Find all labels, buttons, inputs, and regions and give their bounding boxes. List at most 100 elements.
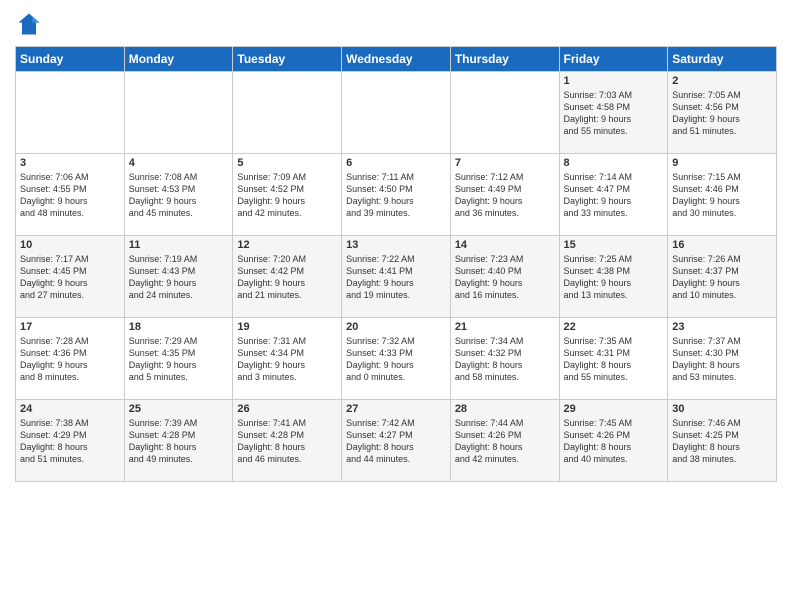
day-number: 12 [237, 239, 337, 251]
day-number: 27 [346, 403, 446, 415]
day-info: Sunrise: 7:31 AM Sunset: 4:34 PM Dayligh… [237, 335, 337, 384]
day-number: 15 [564, 239, 664, 251]
day-number: 25 [129, 403, 229, 415]
day-number: 11 [129, 239, 229, 251]
day-info: Sunrise: 7:08 AM Sunset: 4:53 PM Dayligh… [129, 171, 229, 220]
calendar-cell [342, 72, 451, 154]
calendar-cell: 18 Sunrise: 7:29 AM Sunset: 4:35 PM Dayli… [124, 318, 233, 400]
calendar-cell [16, 72, 125, 154]
calendar-cell: 10 Sunrise: 7:17 AM Sunset: 4:45 PM Dayli… [16, 236, 125, 318]
day-info: Sunrise: 7:09 AM Sunset: 4:52 PM Dayligh… [237, 171, 337, 220]
day-number: 26 [237, 403, 337, 415]
day-number: 24 [20, 403, 120, 415]
calendar-week-5: 24 Sunrise: 7:38 AM Sunset: 4:29 PM Dayli… [16, 400, 777, 482]
calendar-cell: 19 Sunrise: 7:31 AM Sunset: 4:34 PM Dayli… [233, 318, 342, 400]
day-number: 3 [20, 157, 120, 169]
day-info: Sunrise: 7:06 AM Sunset: 4:55 PM Dayligh… [20, 171, 120, 220]
calendar-cell [450, 72, 559, 154]
day-info: Sunrise: 7:29 AM Sunset: 4:35 PM Dayligh… [129, 335, 229, 384]
day-info: Sunrise: 7:32 AM Sunset: 4:33 PM Dayligh… [346, 335, 446, 384]
logo [15, 10, 47, 38]
calendar-cell: 11 Sunrise: 7:19 AM Sunset: 4:43 PM Dayli… [124, 236, 233, 318]
calendar-cell: 5Sunrise: 7:09 AM Sunset: 4:52 PM Daylig… [233, 154, 342, 236]
day-info: Sunrise: 7:35 AM Sunset: 4:31 PM Dayligh… [564, 335, 664, 384]
day-info: Sunrise: 7:45 AM Sunset: 4:26 PM Dayligh… [564, 417, 664, 466]
day-number: 7 [455, 157, 555, 169]
calendar-week-3: 10 Sunrise: 7:17 AM Sunset: 4:45 PM Dayli… [16, 236, 777, 318]
day-number: 30 [672, 403, 772, 415]
calendar-cell: 30 Sunrise: 7:46 AM Sunset: 4:25 PM Dayli… [668, 400, 777, 482]
day-number: 9 [672, 157, 772, 169]
day-number: 20 [346, 321, 446, 333]
day-number: 23 [672, 321, 772, 333]
calendar-header-monday: Monday [124, 47, 233, 72]
calendar-cell: 14 Sunrise: 7:23 AM Sunset: 4:40 PM Dayli… [450, 236, 559, 318]
calendar-week-4: 17Sunrise: 7:28 AM Sunset: 4:36 PM Dayli… [16, 318, 777, 400]
calendar-cell: 20 Sunrise: 7:32 AM Sunset: 4:33 PM Dayli… [342, 318, 451, 400]
day-info: Sunrise: 7:05 AM Sunset: 4:56 PM Dayligh… [672, 89, 772, 138]
calendar-cell: 13 Sunrise: 7:22 AM Sunset: 4:41 PM Dayli… [342, 236, 451, 318]
calendar-cell: 29 Sunrise: 7:45 AM Sunset: 4:26 PM Dayli… [559, 400, 668, 482]
day-info: Sunrise: 7:14 AM Sunset: 4:47 PM Dayligh… [564, 171, 664, 220]
day-number: 18 [129, 321, 229, 333]
calendar-header-tuesday: Tuesday [233, 47, 342, 72]
calendar-cell: 9 Sunrise: 7:15 AM Sunset: 4:46 PM Daylig… [668, 154, 777, 236]
day-number: 10 [20, 239, 120, 251]
calendar-cell: 8 Sunrise: 7:14 AM Sunset: 4:47 PM Daylig… [559, 154, 668, 236]
calendar-cell: 26 Sunrise: 7:41 AM Sunset: 4:28 PM Dayli… [233, 400, 342, 482]
calendar-header-friday: Friday [559, 47, 668, 72]
calendar-cell: 12 Sunrise: 7:20 AM Sunset: 4:42 PM Dayli… [233, 236, 342, 318]
logo-icon [15, 10, 43, 38]
calendar-cell: 4 Sunrise: 7:08 AM Sunset: 4:53 PM Daylig… [124, 154, 233, 236]
day-number: 17 [20, 321, 120, 333]
day-info: Sunrise: 7:26 AM Sunset: 4:37 PM Dayligh… [672, 253, 772, 302]
day-info: Sunrise: 7:23 AM Sunset: 4:40 PM Dayligh… [455, 253, 555, 302]
calendar-cell: 2Sunrise: 7:05 AM Sunset: 4:56 PM Daylig… [668, 72, 777, 154]
page: SundayMondayTuesdayWednesdayThursdayFrid… [0, 0, 792, 612]
day-info: Sunrise: 7:15 AM Sunset: 4:46 PM Dayligh… [672, 171, 772, 220]
day-info: Sunrise: 7:38 AM Sunset: 4:29 PM Dayligh… [20, 417, 120, 466]
calendar-header-sunday: Sunday [16, 47, 125, 72]
calendar-cell: 3 Sunrise: 7:06 AM Sunset: 4:55 PM Daylig… [16, 154, 125, 236]
calendar-header-wednesday: Wednesday [342, 47, 451, 72]
calendar-header-row: SundayMondayTuesdayWednesdayThursdayFrid… [16, 47, 777, 72]
day-info: Sunrise: 7:46 AM Sunset: 4:25 PM Dayligh… [672, 417, 772, 466]
calendar-header-thursday: Thursday [450, 47, 559, 72]
calendar-cell: 6 Sunrise: 7:11 AM Sunset: 4:50 PM Daylig… [342, 154, 451, 236]
day-info: Sunrise: 7:20 AM Sunset: 4:42 PM Dayligh… [237, 253, 337, 302]
day-info: Sunrise: 7:37 AM Sunset: 4:30 PM Dayligh… [672, 335, 772, 384]
day-info: Sunrise: 7:39 AM Sunset: 4:28 PM Dayligh… [129, 417, 229, 466]
calendar-cell [124, 72, 233, 154]
calendar-cell: 16 Sunrise: 7:26 AM Sunset: 4:37 PM Dayli… [668, 236, 777, 318]
day-number: 19 [237, 321, 337, 333]
calendar-cell: 21 Sunrise: 7:34 AM Sunset: 4:32 PM Dayli… [450, 318, 559, 400]
day-number: 14 [455, 239, 555, 251]
day-info: Sunrise: 7:19 AM Sunset: 4:43 PM Dayligh… [129, 253, 229, 302]
calendar-cell: 23 Sunrise: 7:37 AM Sunset: 4:30 PM Dayli… [668, 318, 777, 400]
day-number: 6 [346, 157, 446, 169]
day-info: Sunrise: 7:17 AM Sunset: 4:45 PM Dayligh… [20, 253, 120, 302]
day-number: 16 [672, 239, 772, 251]
day-number: 29 [564, 403, 664, 415]
calendar-cell: 28 Sunrise: 7:44 AM Sunset: 4:26 PM Dayli… [450, 400, 559, 482]
calendar-cell: 25 Sunrise: 7:39 AM Sunset: 4:28 PM Dayli… [124, 400, 233, 482]
day-info: Sunrise: 7:03 AM Sunset: 4:58 PM Dayligh… [564, 89, 664, 138]
day-info: Sunrise: 7:44 AM Sunset: 4:26 PM Dayligh… [455, 417, 555, 466]
calendar-cell: 24 Sunrise: 7:38 AM Sunset: 4:29 PM Dayli… [16, 400, 125, 482]
calendar-cell [233, 72, 342, 154]
day-number: 8 [564, 157, 664, 169]
day-number: 1 [564, 75, 664, 87]
day-info: Sunrise: 7:22 AM Sunset: 4:41 PM Dayligh… [346, 253, 446, 302]
day-number: 13 [346, 239, 446, 251]
day-info: Sunrise: 7:41 AM Sunset: 4:28 PM Dayligh… [237, 417, 337, 466]
day-info: Sunrise: 7:34 AM Sunset: 4:32 PM Dayligh… [455, 335, 555, 384]
day-number: 21 [455, 321, 555, 333]
day-number: 28 [455, 403, 555, 415]
calendar-cell: 15Sunrise: 7:25 AM Sunset: 4:38 PM Dayli… [559, 236, 668, 318]
calendar-cell: 1 Sunrise: 7:03 AM Sunset: 4:58 PM Daylig… [559, 72, 668, 154]
day-number: 4 [129, 157, 229, 169]
day-info: Sunrise: 7:11 AM Sunset: 4:50 PM Dayligh… [346, 171, 446, 220]
day-number: 22 [564, 321, 664, 333]
calendar-week-1: 1 Sunrise: 7:03 AM Sunset: 4:58 PM Daylig… [16, 72, 777, 154]
day-info: Sunrise: 7:42 AM Sunset: 4:27 PM Dayligh… [346, 417, 446, 466]
